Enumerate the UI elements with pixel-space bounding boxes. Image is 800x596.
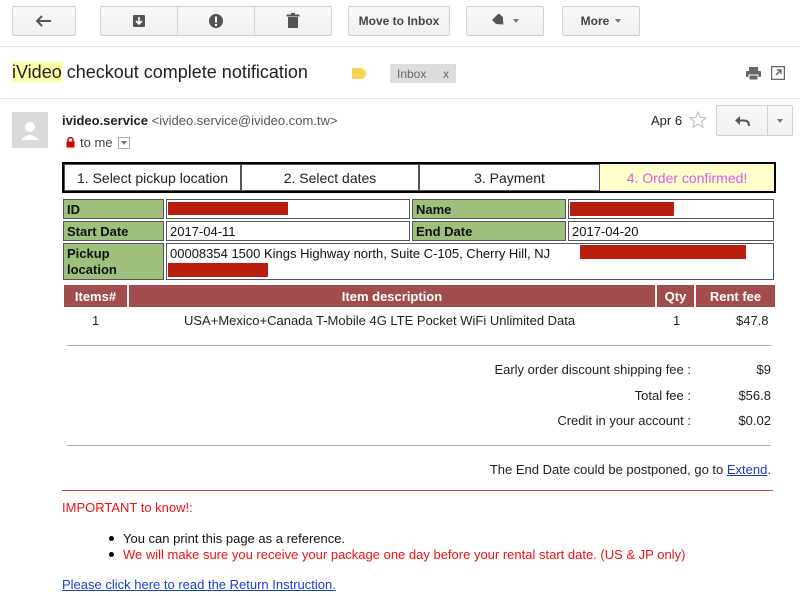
archive-icon	[133, 15, 145, 27]
step-1: 1. Select pickup location	[64, 164, 241, 191]
start-date-value: 2017-04-11	[166, 221, 410, 241]
pickup-location-label: Pickup location	[63, 243, 164, 280]
bullet-delivery: We will make sure you receive your packa…	[109, 547, 685, 562]
email-date: Apr 6	[651, 113, 683, 128]
pickup-label-line2: location	[67, 262, 117, 277]
to-me-label: to me	[80, 135, 113, 150]
avatar	[12, 112, 48, 148]
arrow-left-icon	[36, 15, 51, 27]
lock-icon	[66, 137, 75, 148]
id-label: ID	[63, 199, 164, 219]
remove-label-icon[interactable]: x	[443, 67, 449, 81]
postpone-note: The End Date could be postponed, go to E…	[490, 462, 771, 477]
start-date-label: Start Date	[63, 221, 164, 241]
report-spam-icon	[209, 14, 223, 28]
pickup-label-line1: Pickup	[67, 246, 110, 261]
toolbar-divider	[0, 46, 800, 47]
reply-more-button[interactable]	[767, 105, 793, 136]
qty-header: Qty	[657, 285, 694, 307]
step-3: 3. Payment	[419, 164, 600, 191]
items-number-header: Items#	[64, 285, 127, 307]
shipping-fee-label: Early order discount shipping fee :	[494, 362, 691, 377]
checkout-steps: 1. Select pickup location 2. Select date…	[62, 162, 776, 193]
report-spam-button[interactable]	[177, 6, 255, 36]
chevron-down-icon	[777, 118, 783, 123]
delete-button[interactable]	[254, 6, 332, 36]
rent-fee-header: Rent fee	[696, 285, 775, 307]
more-button[interactable]: More	[562, 6, 640, 36]
item-qty: 1	[673, 313, 681, 328]
chevron-down-icon	[513, 19, 519, 23]
credit-value: $0.02	[738, 413, 771, 428]
details-dropdown[interactable]	[117, 136, 130, 149]
person-icon	[21, 122, 39, 140]
subject-highlight: iVideo	[12, 62, 62, 82]
label-tag-icon	[492, 14, 504, 25]
move-to-inbox-label: Move to Inbox	[358, 14, 440, 28]
pickup-address: 00008354 1500 Kings Highway north, Suite…	[170, 246, 551, 261]
sender-address: <ivideo.service@ivideo.com.tw>	[151, 113, 338, 128]
inbox-tag-label: Inbox	[397, 66, 427, 81]
item-description: USA+Mexico+Canada T-Mobile 4G LTE Pocket…	[184, 313, 576, 328]
archive-button[interactable]	[100, 6, 178, 36]
item-rent-fee: $47.8	[736, 313, 769, 328]
redaction	[168, 202, 288, 215]
print-icon[interactable]	[746, 67, 761, 81]
subject-rest: checkout complete notification	[61, 62, 308, 82]
chevron-down-icon	[120, 140, 127, 145]
step-2: 2. Select dates	[241, 164, 419, 191]
redaction	[580, 245, 746, 259]
open-new-window-icon[interactable]	[771, 66, 785, 80]
bullet-icon	[109, 536, 114, 541]
name-label: Name	[412, 199, 566, 219]
item-number: 1	[92, 313, 100, 328]
postpone-text: The End Date could be postponed, go to	[489, 462, 727, 477]
reply-icon	[735, 115, 750, 126]
extend-link[interactable]: Extend	[727, 462, 767, 477]
total-fee-label: Total fee :	[634, 388, 691, 403]
important-title: IMPORTANT to know!:	[62, 500, 193, 515]
back-button[interactable]	[12, 6, 76, 36]
trash-icon	[286, 13, 300, 28]
shipping-fee-value: $9	[756, 362, 771, 377]
redaction	[168, 263, 268, 277]
bullet-print-text: You can print this page as a reference.	[123, 531, 346, 546]
credit-label: Credit in your account :	[557, 413, 691, 428]
sender-name[interactable]: ivideo.service	[62, 113, 148, 128]
email-subject: iVideo checkout complete notification	[12, 62, 308, 83]
step-4: 4. Order confirmed!	[600, 164, 774, 191]
important-marker-icon[interactable]	[352, 68, 366, 79]
divider	[62, 490, 773, 491]
end-date-label: End Date	[412, 221, 566, 241]
end-date-value: 2017-04-20	[568, 221, 774, 241]
labels-button[interactable]	[466, 6, 544, 36]
inbox-label-tag[interactable]: Inbox x	[390, 64, 456, 83]
return-instruction-link[interactable]: Please click here to read the Return Ins…	[62, 577, 336, 592]
bullet-delivery-text: We will make sure you receive your packa…	[123, 547, 686, 562]
move-to-inbox-button[interactable]: Move to Inbox	[348, 6, 450, 36]
chevron-down-icon	[615, 19, 622, 23]
subject-divider	[0, 98, 800, 99]
sender: ivideo.service <ivideo.service@ivideo.co…	[62, 113, 338, 128]
divider	[67, 345, 771, 346]
redaction	[570, 202, 674, 216]
total-fee-value: $56.8	[738, 388, 771, 403]
recipients: to me	[66, 135, 130, 150]
bullet-icon	[109, 552, 114, 557]
bullet-print: You can print this page as a reference.	[109, 531, 345, 546]
postpone-period: .	[767, 462, 771, 477]
star-icon[interactable]	[689, 111, 707, 129]
divider	[67, 445, 771, 446]
reply-button[interactable]	[716, 105, 768, 136]
more-label: More	[580, 14, 610, 28]
item-description-header: Item description	[129, 285, 655, 307]
